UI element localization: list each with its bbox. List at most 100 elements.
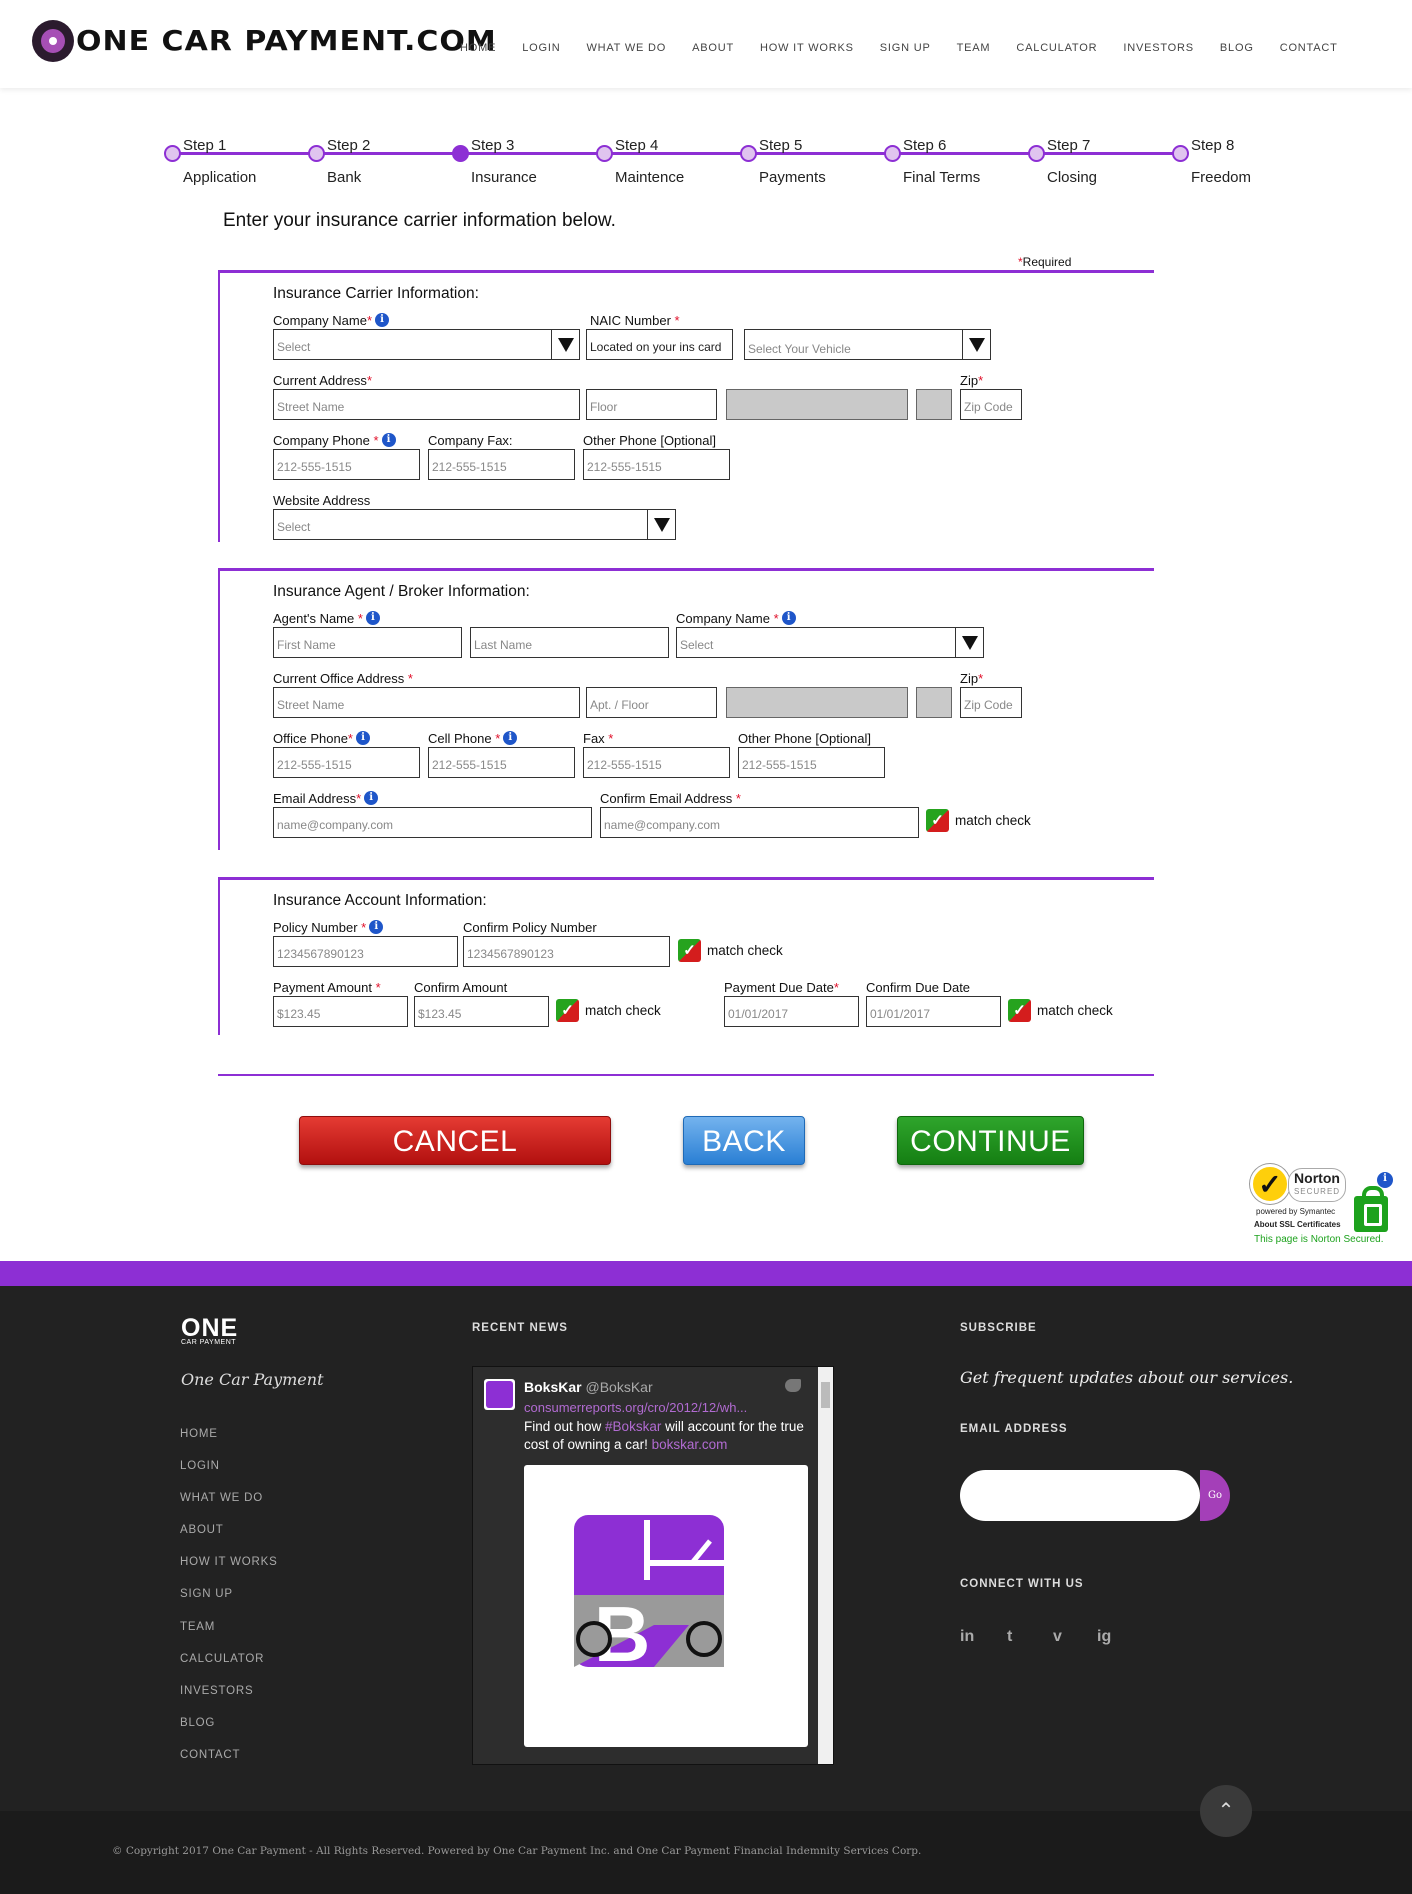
- page-instructions: Enter your insurance carrier information…: [223, 210, 616, 231]
- tweet-image[interactable]: B: [524, 1465, 808, 1747]
- footer-link-calculator[interactable]: CALCULATOR: [180, 1653, 278, 1685]
- nav-contact[interactable]: CONTACT: [1280, 42, 1338, 54]
- office-address-label: Current Office Address *: [273, 671, 413, 686]
- info-icon[interactable]: i: [369, 920, 384, 934]
- scroll-to-top-button[interactable]: ⌃: [1200, 1785, 1252, 1837]
- footer-link-team[interactable]: TEAM: [180, 1621, 278, 1653]
- nav-team[interactable]: TEAM: [957, 42, 991, 54]
- info-icon[interactable]: i: [381, 433, 396, 447]
- step-dot-2[interactable]: [308, 145, 325, 162]
- footer-link-how-it-works[interactable]: HOW IT WORKS: [180, 1556, 278, 1588]
- confirm-due-input[interactable]: 01/01/2017: [866, 996, 1001, 1027]
- step-dot-6[interactable]: [884, 145, 901, 162]
- nav-what-we-do[interactable]: WHAT WE DO: [586, 42, 666, 54]
- footer-link-what-we-do[interactable]: WHAT WE DO: [180, 1492, 278, 1524]
- confirm-policy-input[interactable]: 1234567890123: [463, 936, 670, 967]
- nav-calculator[interactable]: CALCULATOR: [1016, 42, 1097, 54]
- confirm-amount-input[interactable]: $123.45: [414, 996, 549, 1027]
- footer-link-home[interactable]: HOME: [180, 1428, 278, 1460]
- subscribe-email-input[interactable]: [960, 1470, 1200, 1521]
- nav-home[interactable]: HOME: [460, 42, 496, 54]
- nav-blog[interactable]: BLOG: [1220, 42, 1254, 54]
- vimeo-icon[interactable]: v: [1053, 1628, 1062, 1646]
- confirm-email-input[interactable]: name@company.com: [600, 807, 919, 838]
- info-icon[interactable]: i: [364, 791, 379, 805]
- agent-title: Insurance Agent / Broker Information:: [273, 583, 530, 600]
- agent-first-name-input[interactable]: First Name: [273, 627, 462, 658]
- city-input[interactable]: [726, 389, 908, 420]
- other-phone-input[interactable]: 212-555-1515: [583, 449, 730, 480]
- office-zip-input[interactable]: Zip Code: [960, 687, 1022, 718]
- agent-last-name-input[interactable]: Last Name: [470, 627, 669, 658]
- continue-button[interactable]: CONTINUE: [897, 1116, 1084, 1165]
- step-dot-5[interactable]: [740, 145, 757, 162]
- cancel-application-button[interactable]: CANCEL APPLICATION: [299, 1116, 611, 1207]
- office-apt-input[interactable]: Apt. / Floor: [586, 687, 717, 718]
- footer-link-login[interactable]: LOGIN: [180, 1460, 278, 1492]
- feed-scrollbar[interactable]: [818, 1367, 833, 1764]
- footer-link-blog[interactable]: BLOG: [180, 1717, 278, 1749]
- agent-company-label: Company Name * i: [676, 611, 796, 626]
- company-name-select[interactable]: Select: [273, 329, 580, 360]
- office-phone-input[interactable]: 212-555-1515: [273, 747, 420, 778]
- site-logo[interactable]: ONE CAR PAYMENT.COM: [32, 18, 497, 64]
- fax-input[interactable]: 212-555-1515: [583, 747, 730, 778]
- agent-name-label: Agent's Name * i: [273, 611, 380, 626]
- tweet-author[interactable]: BoksKar @BoksKar: [524, 1379, 653, 1395]
- info-icon[interactable]: i: [781, 611, 796, 625]
- agent-other-phone-input[interactable]: 212-555-1515: [738, 747, 885, 778]
- cell-phone-input[interactable]: 212-555-1515: [428, 747, 575, 778]
- step-dot-3-active[interactable]: [452, 145, 469, 162]
- info-icon[interactable]: i: [365, 611, 380, 625]
- agent-company-select[interactable]: Select: [676, 627, 984, 658]
- tweet-link[interactable]: consumerreports.org/cro/2012/12/wh...: [524, 1400, 747, 1415]
- office-city-input[interactable]: [726, 687, 908, 718]
- footer-link-sign-up[interactable]: SIGN UP: [180, 1588, 278, 1620]
- street-input[interactable]: Street Name: [273, 389, 580, 420]
- bokskar-logo-icon: B: [574, 1515, 724, 1678]
- company-fax-input[interactable]: 212-555-1515: [428, 449, 575, 480]
- footer-logo[interactable]: ONE CAR PAYMENT: [181, 1316, 238, 1347]
- email-input[interactable]: name@company.com: [273, 807, 592, 838]
- step-dot-7[interactable]: [1028, 145, 1045, 162]
- match-check-icon: ✓: [1008, 999, 1031, 1022]
- step-dot-4[interactable]: [596, 145, 613, 162]
- bokskar-avatar[interactable]: [484, 1379, 515, 1410]
- footer-link-investors[interactable]: INVESTORS: [180, 1685, 278, 1717]
- instagram-icon[interactable]: ig: [1097, 1628, 1111, 1646]
- footer-link-about[interactable]: ABOUT: [180, 1524, 278, 1556]
- payment-amount-input[interactable]: $123.45: [273, 996, 408, 1027]
- step-6-label: Step 6 Final Terms: [903, 137, 981, 186]
- nav-login[interactable]: LOGIN: [522, 42, 560, 54]
- back-button[interactable]: BACK: [683, 1116, 805, 1165]
- step-dot-1[interactable]: [164, 145, 181, 162]
- linkedin-icon[interactable]: in: [960, 1628, 974, 1646]
- step-dot-8[interactable]: [1172, 145, 1189, 162]
- info-icon[interactable]: i: [355, 731, 370, 745]
- footer-link-contact[interactable]: CONTACT: [180, 1749, 278, 1781]
- floor-input[interactable]: Floor: [586, 389, 717, 420]
- norton-seal[interactable]: ✓ Norton SECURED i powered by Symantec Ab…: [1250, 1162, 1400, 1252]
- twitter-feed[interactable]: BoksKar @BoksKar consumerreports.org/cro…: [472, 1366, 834, 1765]
- zip-input[interactable]: Zip Code: [960, 389, 1022, 420]
- payment-due-input[interactable]: 01/01/2017: [724, 996, 859, 1027]
- nav-investors[interactable]: INVESTORS: [1123, 42, 1194, 54]
- nav-sign-up[interactable]: SIGN UP: [880, 42, 931, 54]
- company-phone-input[interactable]: 212-555-1515: [273, 449, 420, 480]
- step-3-label: Step 3 Insurance: [471, 137, 537, 186]
- naic-input[interactable]: Located on your ins card: [586, 329, 733, 360]
- info-icon[interactable]: i: [375, 313, 389, 327]
- nav-about[interactable]: ABOUT: [692, 42, 734, 54]
- website-select[interactable]: Select: [273, 509, 676, 540]
- vehicle-select[interactable]: Select Your Vehicle: [744, 329, 991, 360]
- match-check-icon: ✓: [926, 809, 949, 832]
- info-icon[interactable]: i: [503, 731, 518, 745]
- info-icon[interactable]: i: [1377, 1172, 1393, 1188]
- policy-number-input[interactable]: 1234567890123: [273, 936, 458, 967]
- office-street-input[interactable]: Street Name: [273, 687, 580, 718]
- twitter-icon[interactable]: t: [1007, 1628, 1012, 1646]
- nav-how-it-works[interactable]: HOW IT WORKS: [760, 42, 854, 54]
- norton-about-link[interactable]: About SSL Certificates: [1254, 1220, 1341, 1229]
- state-input[interactable]: [916, 389, 952, 420]
- office-state-input[interactable]: [916, 687, 952, 718]
